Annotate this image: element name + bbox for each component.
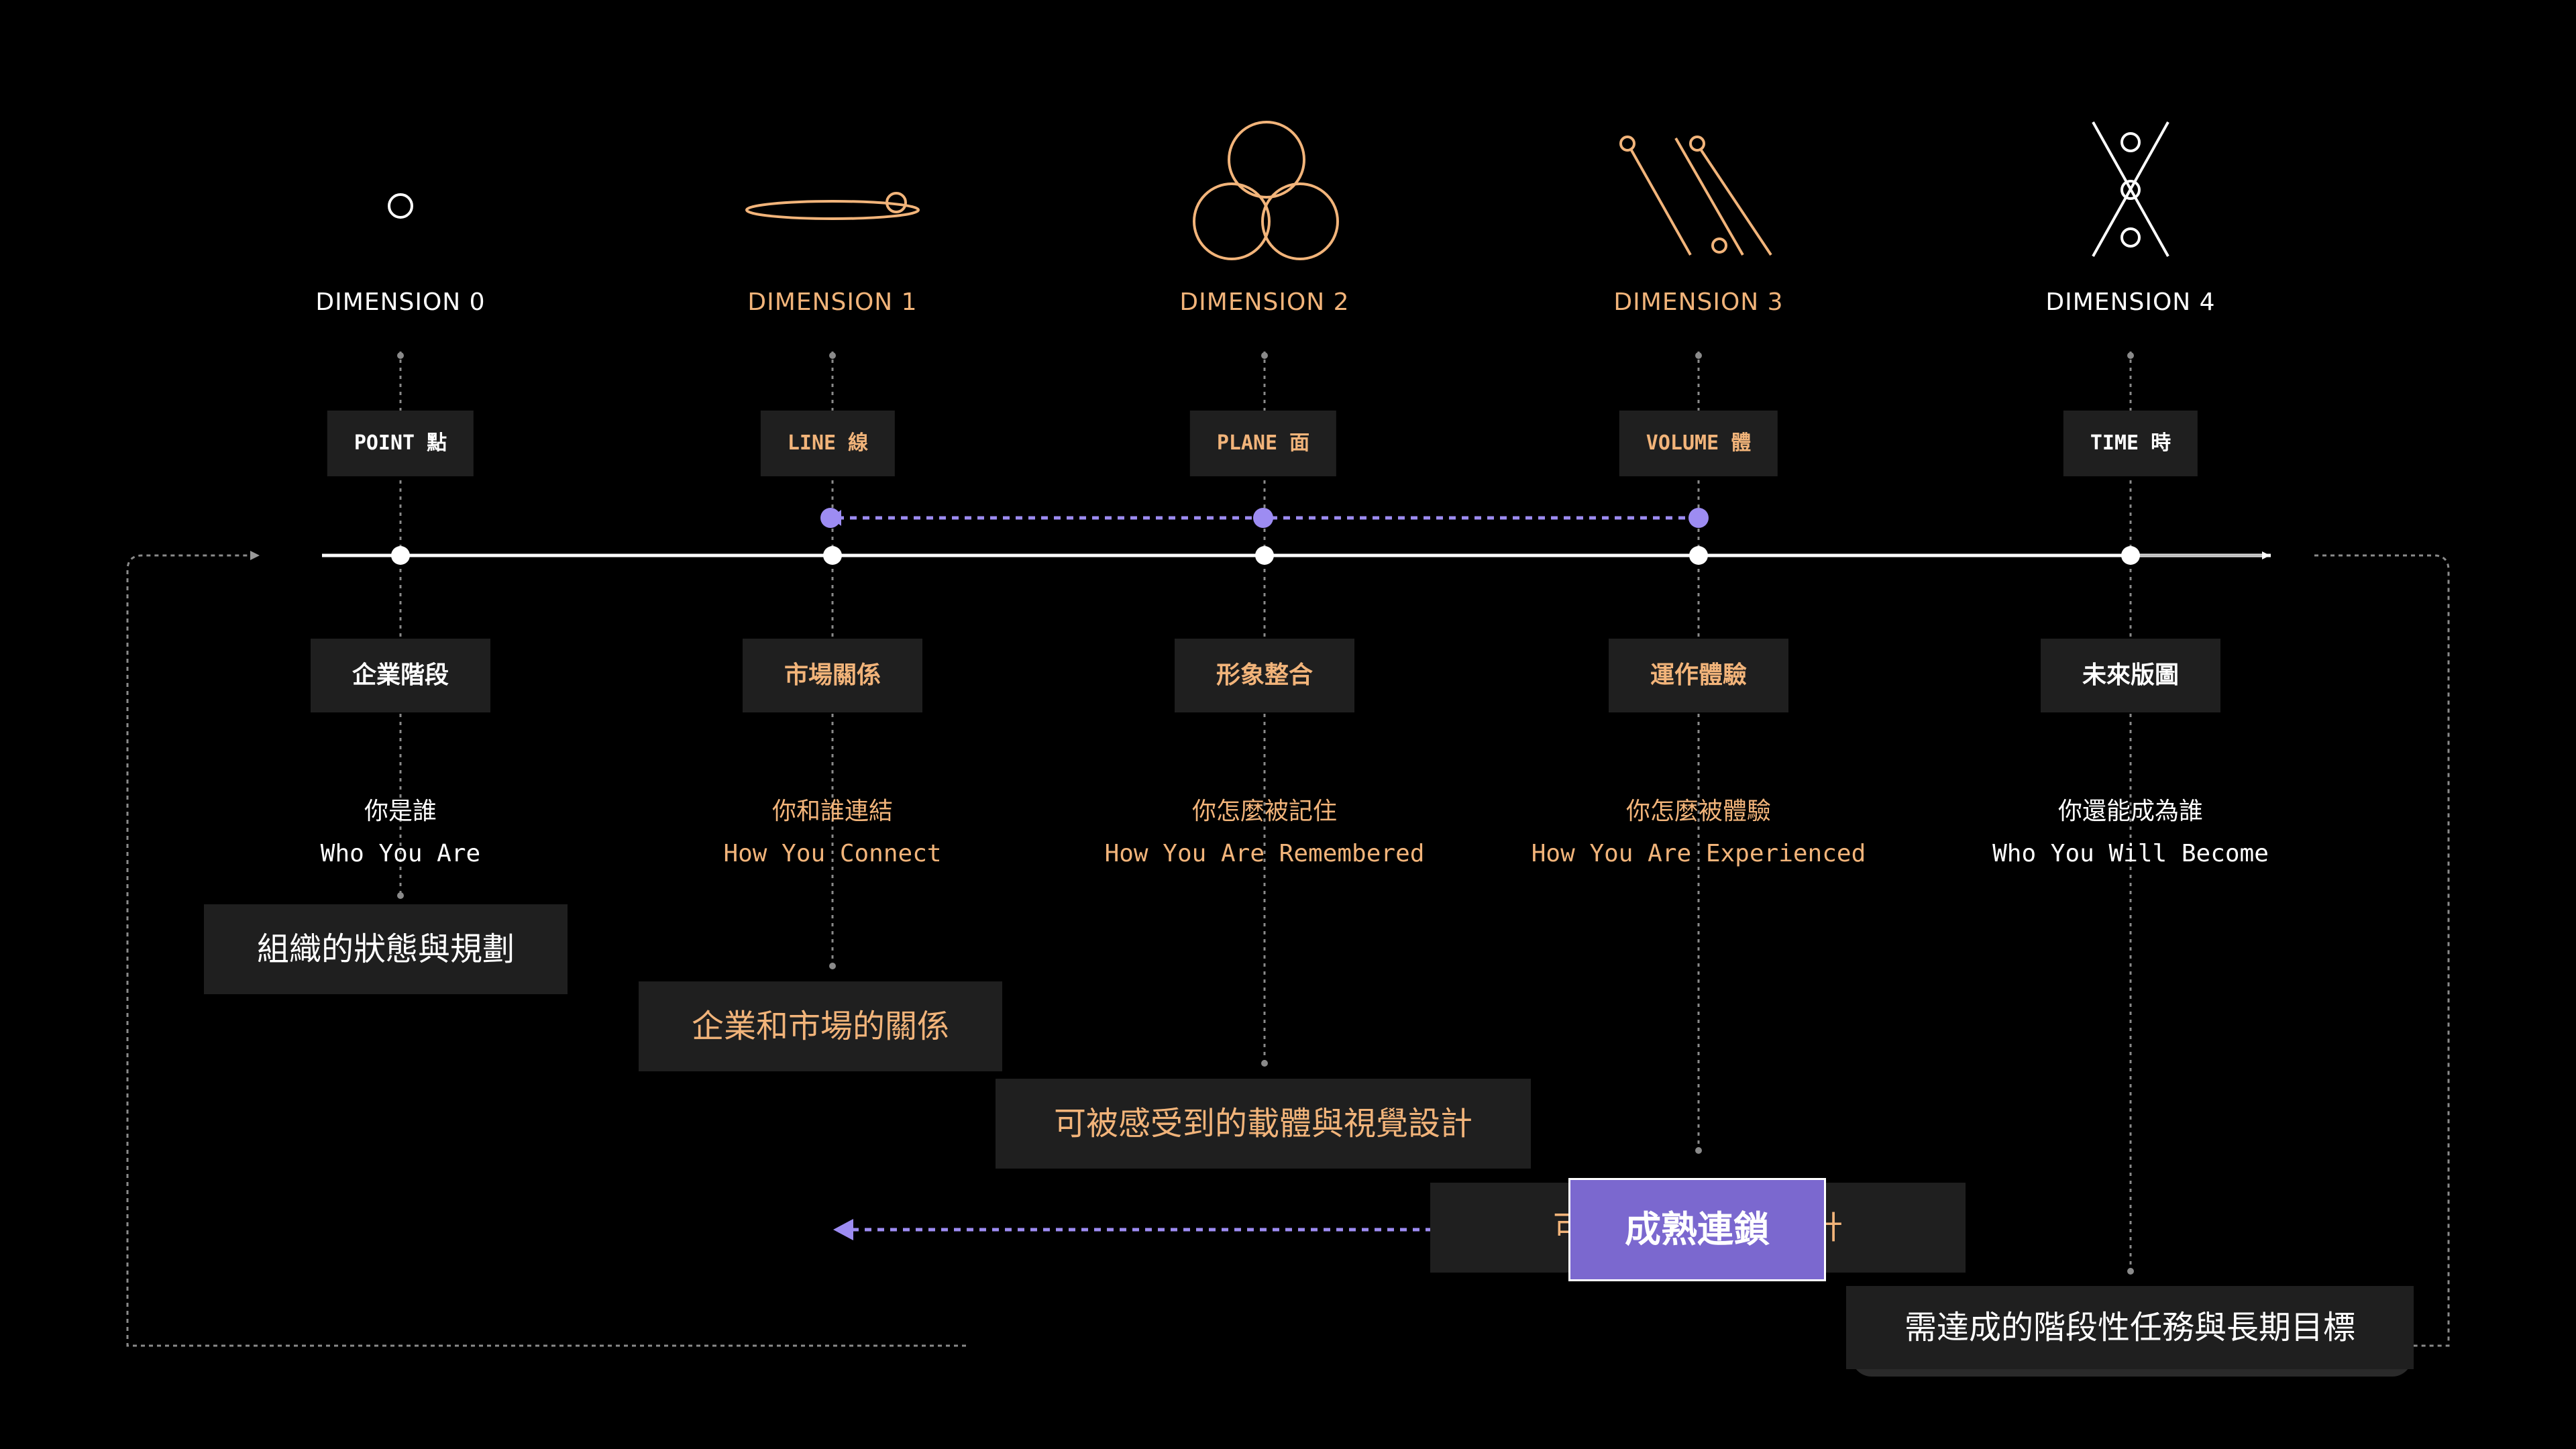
stage-box-0: 企業階段 — [311, 639, 490, 712]
description-box-4: 需達成的階段性任務與長期目標 — [1846, 1286, 2414, 1369]
purple-return-arrowhead — [833, 1219, 853, 1240]
stage-box-4: 未來版圖 — [2041, 639, 2220, 712]
stage-box-2: 形象整合 — [1175, 639, 1354, 712]
dimension-2-title: DIMENSION 2 — [1179, 288, 1350, 316]
stage-box-1: 市場關係 — [743, 639, 922, 712]
dimension-3-title: DIMENSION 3 — [1613, 288, 1784, 316]
question-zh-2: 你怎麼被記住 — [1191, 798, 1338, 825]
question-en-2: How You Are Remembered — [1104, 840, 1425, 867]
question-en-3: How You Are Experienced — [1531, 840, 1866, 867]
tag-point: POINT 點 — [327, 411, 474, 476]
description-box-2: 可被感受到的載體與視覺設計 — [996, 1079, 1531, 1169]
question-zh-4: 你還能成為誰 — [2057, 798, 2204, 825]
description-box-0: 組織的狀態與規劃 — [204, 904, 568, 994]
diagram-lines — [126, 121, 2450, 1347]
tag-volume: VOLUME 體 — [1619, 411, 1778, 476]
time-cross-icon — [2092, 121, 2169, 257]
highlight-mature-chain: 成熟連鎖 — [1568, 1178, 1826, 1281]
volume-lines-icon — [1619, 136, 1772, 256]
question-zh-3: 你怎麼被體驗 — [1625, 798, 1772, 825]
tag-plane: PLANE 面 — [1189, 411, 1337, 476]
line-icon — [745, 192, 920, 220]
question-en-0: Who You Are — [320, 840, 481, 867]
tag-line: LINE 線 — [760, 411, 896, 476]
question-zh-0: 你是誰 — [364, 798, 437, 825]
question-zh-1: 你和誰連結 — [771, 798, 894, 825]
plane-circles-icon — [1193, 121, 1339, 260]
loop-frame-right — [2314, 554, 2450, 1347]
description-box-1: 企業和市場的關係 — [639, 981, 1002, 1071]
question-en-1: How You Connect — [723, 840, 942, 867]
dimension-4-title: DIMENSION 4 — [2045, 288, 2216, 316]
tag-time: TIME 時 — [2063, 411, 2198, 476]
point-icon — [388, 193, 413, 219]
dimension-0-title: DIMENSION 0 — [315, 288, 486, 316]
dimension-1-title: DIMENSION 1 — [747, 288, 918, 316]
stage-box-3: 運作體驗 — [1609, 639, 1788, 712]
question-en-4: Who You Will Become — [1992, 840, 2269, 867]
